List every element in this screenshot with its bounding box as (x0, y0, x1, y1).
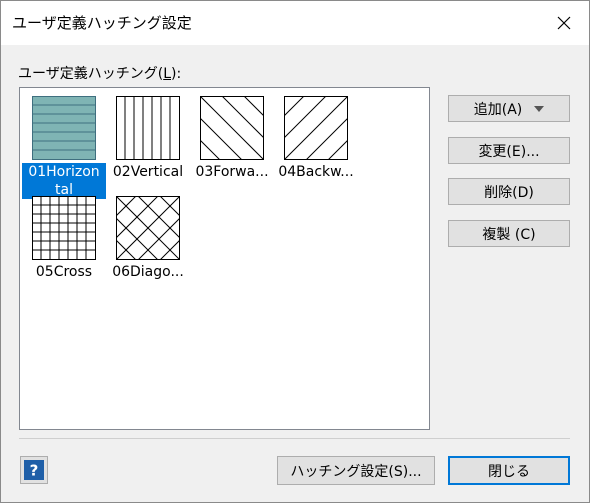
hatch-item-caption: 03Forwa... (195, 164, 269, 180)
dialog-window: ユーザ定義ハッチング設定 ユーザ定義ハッチング(L): 01Horizon ta… (0, 0, 590, 503)
cross-hatch-thumbnail (32, 196, 96, 260)
duplicate-button[interactable]: 複製 (C) (448, 220, 570, 247)
diagonal-cross-hatch-thumbnail (116, 196, 180, 260)
chevron-down-icon (534, 105, 545, 112)
window-title: ユーザ定義ハッチング設定 (12, 14, 192, 32)
dialog-body: ユーザ定義ハッチング(L): 01Horizon tal 02Vertical … (1, 45, 589, 502)
hatch-item-caption: 06Diago... (112, 264, 184, 280)
close-icon (557, 16, 571, 30)
close-button[interactable] (547, 7, 581, 39)
hatch-list[interactable]: 01Horizon tal 02Vertical 03Forwa... 04Ba… (19, 87, 430, 430)
hatch-item-caption: 02Vertical (112, 164, 184, 180)
change-button[interactable]: 変更(E)... (448, 137, 570, 164)
delete-button[interactable]: 削除(D) (448, 178, 570, 205)
help-button[interactable]: ? (20, 456, 48, 484)
hatch-item-caption: 04Backw... (278, 164, 354, 180)
close-dialog-button-label: 閉じる (488, 463, 530, 480)
close-dialog-button[interactable]: 閉じる (448, 456, 570, 485)
separator (19, 438, 570, 439)
hatch-item-02vertical[interactable]: 02Vertical (106, 92, 190, 192)
hatch-item-caption: 05Cross (35, 264, 93, 280)
hatch-settings-button[interactable]: ハッチング設定(S)... (277, 456, 435, 485)
hatch-settings-button-label: ハッチング設定(S)... (290, 463, 422, 480)
change-button-label: 変更(E)... (478, 143, 540, 160)
title-bar: ユーザ定義ハッチング設定 (1, 1, 589, 45)
help-icon: ? (24, 460, 44, 480)
hatch-item-05cross[interactable]: 05Cross (22, 192, 106, 292)
add-button[interactable]: 追加(A) (448, 95, 570, 122)
add-button-label: 追加(A) (473, 101, 523, 118)
svg-text:?: ? (30, 462, 39, 480)
forward-hatch-thumbnail (200, 96, 264, 160)
delete-button-label: 削除(D) (484, 184, 534, 201)
list-label: ユーザ定義ハッチング(L): (18, 66, 182, 82)
hatch-item-04backward[interactable]: 04Backw... (274, 92, 358, 192)
vertical-hatch-thumbnail (116, 96, 180, 160)
hatch-item-03forward[interactable]: 03Forwa... (190, 92, 274, 192)
duplicate-button-label: 複製 (C) (482, 226, 536, 243)
horizontal-hatch-thumbnail (32, 96, 96, 160)
backward-hatch-thumbnail (284, 96, 348, 160)
hatch-item-06diagonal[interactable]: 06Diago... (106, 192, 190, 292)
hatch-item-01horizontal[interactable]: 01Horizon tal (22, 92, 106, 199)
